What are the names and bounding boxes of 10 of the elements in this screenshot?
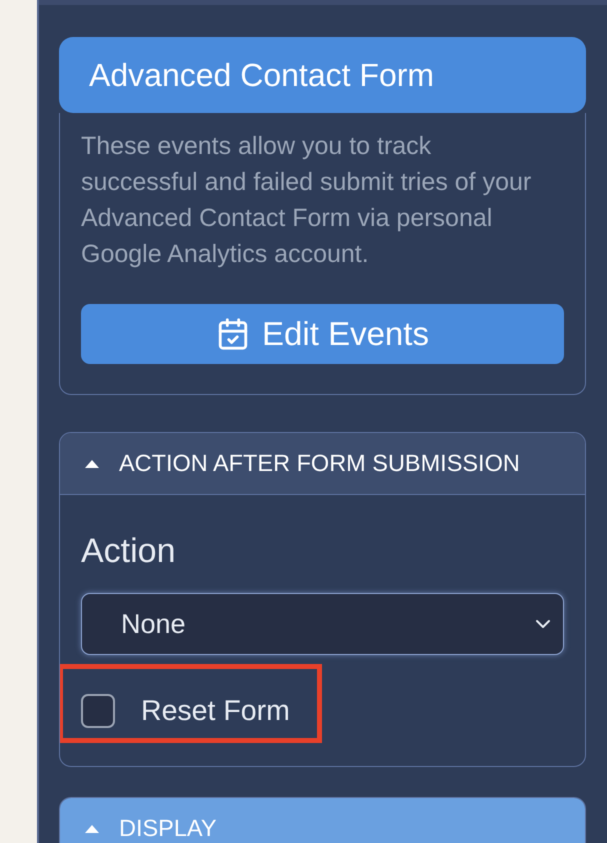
caret-up-icon <box>85 460 99 468</box>
action-select[interactable]: None <box>81 593 564 655</box>
select-value: None <box>121 608 186 640</box>
panel-title: Advanced Contact Form <box>59 37 586 113</box>
checkbox[interactable] <box>81 694 115 728</box>
section-header[interactable]: ACTION AFTER FORM SUBMISSION <box>60 433 585 495</box>
field-label: Action <box>81 531 176 571</box>
caret-up-icon <box>85 824 99 832</box>
events-description: These events allow you to track successful and failed submit tries of your Advanced Contact Form via personal Google Analytics account. <box>81 131 532 270</box>
checkbox-label: Reset Form <box>141 694 290 728</box>
